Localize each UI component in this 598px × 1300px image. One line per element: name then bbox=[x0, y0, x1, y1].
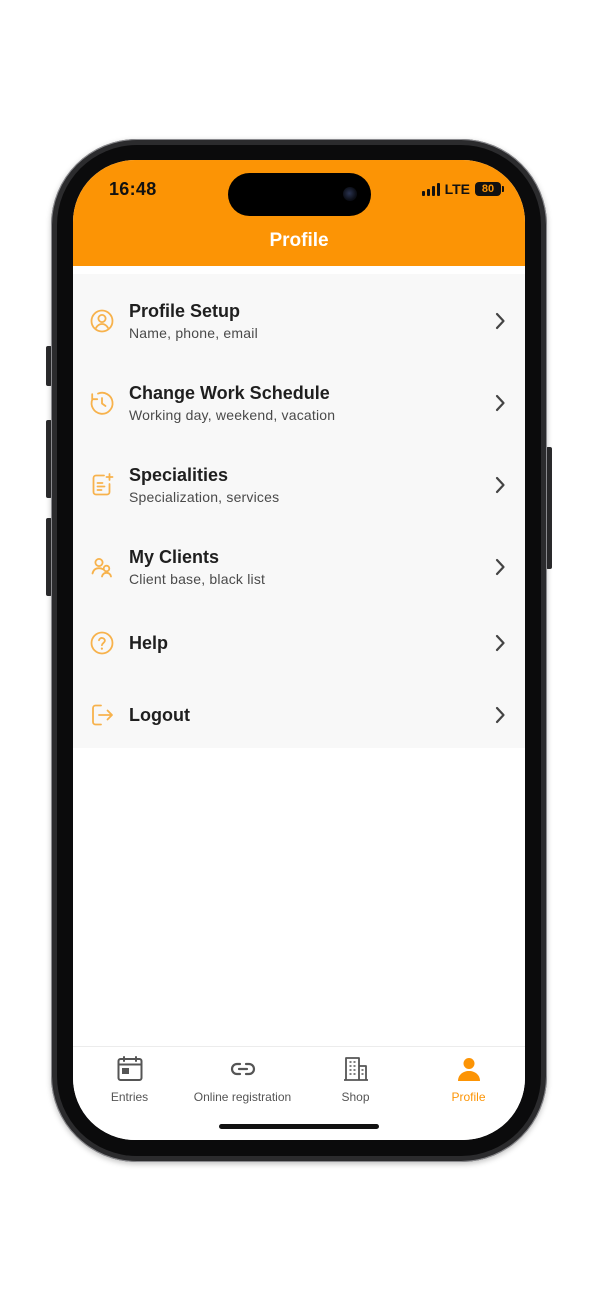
tab-label: Profile bbox=[451, 1090, 486, 1104]
menu-item-logout[interactable]: Logout bbox=[73, 680, 525, 750]
chevron-right-icon bbox=[495, 394, 505, 412]
network-type: LTE bbox=[444, 181, 470, 197]
logout-icon bbox=[92, 704, 113, 726]
menu-item-subtitle: Client base, black list bbox=[129, 571, 266, 587]
chevron-right-icon bbox=[495, 706, 505, 724]
tab-shop[interactable]: Shop bbox=[299, 1055, 412, 1111]
menu-item-subtitle: Specialization, services bbox=[129, 489, 280, 505]
chevron-right-icon bbox=[495, 476, 505, 494]
menu-item-subtitle: Working day, weekend, vacation bbox=[129, 407, 336, 423]
tab-entries[interactable]: Entries bbox=[73, 1055, 186, 1111]
menu-item-specialities[interactable]: Specialities Specialization, services bbox=[73, 450, 525, 520]
user-circle-icon bbox=[90, 309, 114, 333]
tab-label: Shop bbox=[341, 1090, 370, 1104]
menu-item-title: Change Work Schedule bbox=[129, 383, 330, 403]
menu-item-title: Profile Setup bbox=[129, 301, 241, 321]
home-indicator[interactable] bbox=[219, 1124, 379, 1129]
document-add-icon bbox=[92, 473, 114, 496]
menu-item-title: Help bbox=[129, 633, 169, 653]
dynamic-island bbox=[228, 173, 371, 216]
status-time: 16:48 bbox=[109, 179, 157, 199]
menu-item-help[interactable]: Help bbox=[73, 608, 525, 678]
tab-profile[interactable]: Profile bbox=[412, 1055, 525, 1111]
menu-item-my-clients[interactable]: My Clients Client base, black list bbox=[73, 532, 525, 602]
page-title: Profile bbox=[269, 230, 329, 251]
app-header: 16:48 LTE 80 Profile bbox=[73, 160, 525, 266]
person-icon bbox=[457, 1058, 480, 1081]
chevron-right-icon bbox=[495, 634, 505, 652]
app-screen: 16:48 LTE 80 Profile Profile Setup Name,… bbox=[73, 160, 525, 1140]
users-icon bbox=[91, 558, 112, 578]
battery-icon: 80 bbox=[475, 182, 504, 196]
building-icon bbox=[343, 1057, 368, 1081]
signal-icon bbox=[421, 182, 440, 196]
tab-online-registration[interactable]: Online registration bbox=[186, 1055, 299, 1111]
menu-item-change-work-schedule[interactable]: Change Work Schedule Working day, weeken… bbox=[73, 368, 525, 438]
menu-item-profile-setup[interactable]: Profile Setup Name, phone, email bbox=[73, 286, 525, 356]
chevron-right-icon bbox=[495, 312, 505, 330]
chevron-right-icon bbox=[495, 558, 505, 576]
calendar-icon bbox=[117, 1056, 142, 1081]
menu-item-subtitle: Name, phone, email bbox=[129, 325, 258, 341]
status-indicators: LTE 80 bbox=[421, 181, 504, 197]
menu-item-title: Logout bbox=[129, 705, 190, 725]
tab-label: Online registration bbox=[193, 1090, 292, 1104]
link-icon bbox=[230, 1062, 255, 1076]
menu-item-title: My Clients bbox=[129, 547, 220, 567]
camera-icon bbox=[343, 187, 357, 201]
menu-item-title: Specialities bbox=[129, 465, 229, 485]
profile-menu: Profile Setup Name, phone, email Change … bbox=[73, 274, 525, 748]
help-circle-icon bbox=[90, 631, 114, 655]
tab-label: Entries bbox=[110, 1090, 149, 1104]
clock-schedule-icon bbox=[90, 391, 114, 415]
